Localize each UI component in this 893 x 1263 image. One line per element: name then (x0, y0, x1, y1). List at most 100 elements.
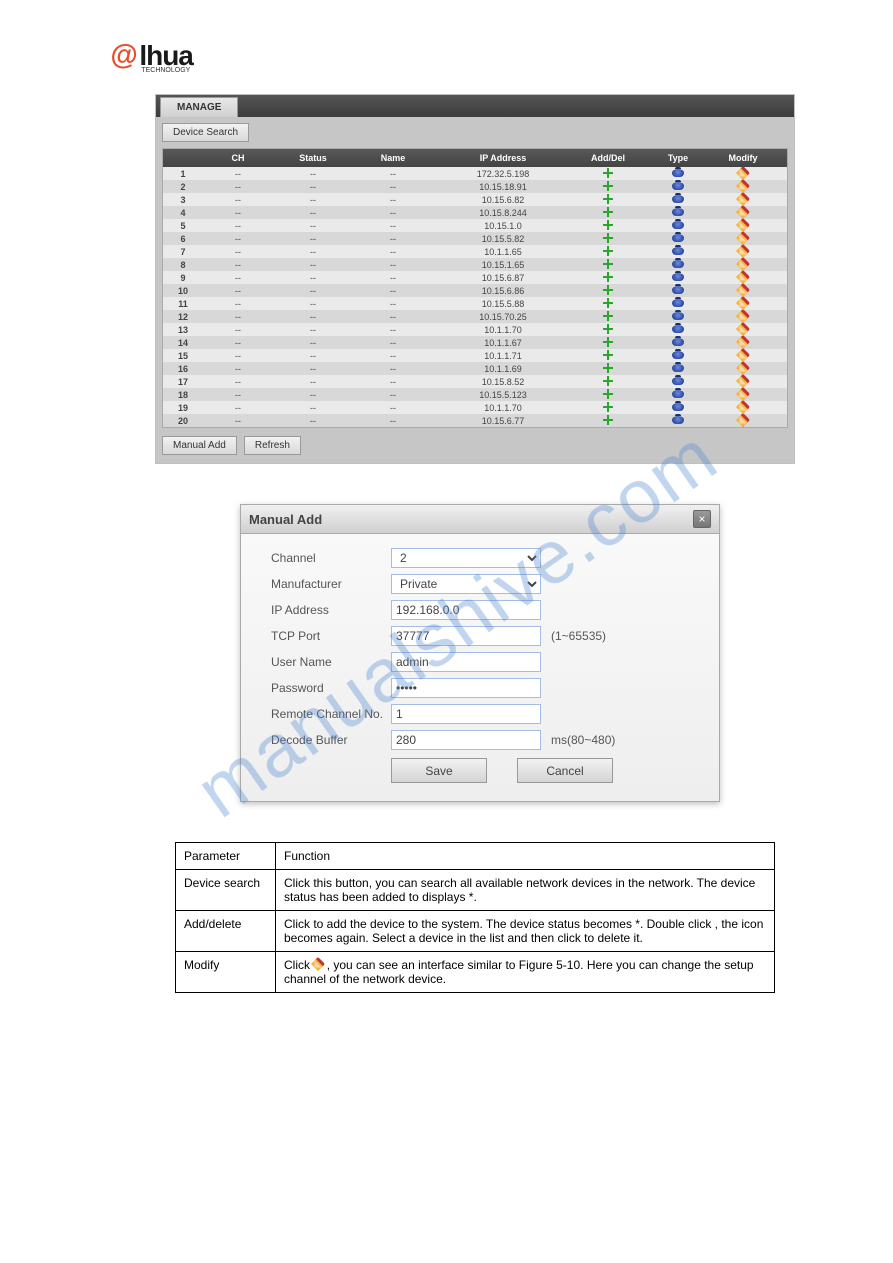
close-icon[interactable]: × (693, 510, 711, 528)
table-row[interactable]: 8------10.15.1.65 (163, 258, 787, 271)
modify-device-button[interactable] (713, 298, 773, 310)
add-device-button[interactable] (573, 415, 643, 427)
table-row[interactable]: 13------10.1.1.70 (163, 323, 787, 336)
table-row[interactable]: 14------10.1.1.67 (163, 336, 787, 349)
modify-device-button[interactable] (713, 389, 773, 401)
table-row[interactable]: 10------10.15.6.86 (163, 284, 787, 297)
modify-device-button[interactable] (713, 194, 773, 206)
add-device-button[interactable] (573, 272, 643, 284)
desc-row-func: Click , you can see an interface similar… (276, 952, 775, 993)
tab-manage[interactable]: MANAGE (160, 97, 238, 117)
row-type-icon (643, 195, 713, 205)
password-input[interactable] (391, 678, 541, 698)
camera-icon (672, 403, 684, 411)
add-device-button[interactable] (573, 246, 643, 258)
row-ch: -- (203, 364, 273, 374)
modify-device-button[interactable] (713, 272, 773, 284)
table-row[interactable]: 9------10.15.6.87 (163, 271, 787, 284)
row-ch: -- (203, 351, 273, 361)
add-device-button[interactable] (573, 350, 643, 362)
table-row[interactable]: 15------10.1.1.71 (163, 349, 787, 362)
table-row[interactable]: 4------10.15.8.244 (163, 206, 787, 219)
modify-device-button[interactable] (713, 220, 773, 232)
row-status: -- (273, 195, 353, 205)
modify-device-button[interactable] (713, 402, 773, 414)
row-type-icon (643, 364, 713, 374)
table-row[interactable]: 1------172.32.5.198 (163, 167, 787, 180)
add-device-button[interactable] (573, 194, 643, 206)
add-device-button[interactable] (573, 363, 643, 375)
manual-add-dialog: Manual Add × Channel 2 Manufacturer Priv… (240, 504, 720, 802)
table-row[interactable]: 17------10.15.8.52 (163, 375, 787, 388)
add-device-button[interactable] (573, 207, 643, 219)
row-type-icon (643, 312, 713, 322)
table-row[interactable]: 7------10.1.1.65 (163, 245, 787, 258)
decodebuffer-input[interactable] (391, 730, 541, 750)
manage-panel: MANAGE Device Search CH Status Name IP A… (155, 94, 795, 464)
modify-device-button[interactable] (713, 311, 773, 323)
camera-icon (672, 351, 684, 359)
table-row[interactable]: 18------10.15.5.123 (163, 388, 787, 401)
top-toolbar: Device Search (156, 117, 794, 148)
row-index: 14 (163, 338, 203, 348)
modify-device-button[interactable] (713, 285, 773, 297)
row-name: -- (353, 273, 433, 283)
desc-func-header: Function (276, 843, 775, 870)
row-ch: -- (203, 247, 273, 257)
modify-device-button[interactable] (713, 259, 773, 271)
remotechannel-input[interactable] (391, 704, 541, 724)
add-device-button[interactable] (573, 168, 643, 180)
save-button[interactable]: Save (391, 758, 487, 783)
modify-device-button[interactable] (713, 376, 773, 388)
table-row[interactable]: 12------10.15.70.25 (163, 310, 787, 323)
modify-device-button[interactable] (713, 337, 773, 349)
add-device-button[interactable] (573, 337, 643, 349)
plus-icon (603, 337, 613, 347)
table-row[interactable]: 11------10.15.5.88 (163, 297, 787, 310)
decodebuffer-label: Decode Buffer (271, 733, 391, 747)
table-row[interactable]: 5------10.15.1.0 (163, 219, 787, 232)
modify-device-button[interactable] (713, 363, 773, 375)
add-device-button[interactable] (573, 402, 643, 414)
manual-add-button[interactable]: Manual Add (162, 436, 237, 455)
add-device-button[interactable] (573, 220, 643, 232)
plus-icon (603, 376, 613, 386)
add-device-button[interactable] (573, 298, 643, 310)
manufacturer-select[interactable]: Private (391, 574, 541, 594)
table-row[interactable]: 6------10.15.5.82 (163, 232, 787, 245)
add-device-button[interactable] (573, 259, 643, 271)
add-device-button[interactable] (573, 311, 643, 323)
device-search-button[interactable]: Device Search (162, 123, 249, 142)
plus-icon (603, 181, 613, 191)
add-device-button[interactable] (573, 285, 643, 297)
table-row[interactable]: 3------10.15.6.82 (163, 193, 787, 206)
table-row[interactable]: 2------10.15.18.91 (163, 180, 787, 193)
tcpport-input[interactable] (391, 626, 541, 646)
modify-device-button[interactable] (713, 415, 773, 427)
plus-icon (603, 415, 613, 425)
modify-device-button[interactable] (713, 246, 773, 258)
grid-body-scroll[interactable]: 1------172.32.5.1982------10.15.18.913--… (163, 167, 787, 427)
channel-select[interactable]: 2 (391, 548, 541, 568)
table-row[interactable]: 19------10.1.1.70 (163, 401, 787, 414)
modify-device-button[interactable] (713, 350, 773, 362)
modify-device-button[interactable] (713, 168, 773, 180)
modify-device-button[interactable] (713, 324, 773, 336)
refresh-button[interactable]: Refresh (244, 436, 301, 455)
table-row[interactable]: 20------10.15.6.77 (163, 414, 787, 427)
add-device-button[interactable] (573, 376, 643, 388)
add-device-button[interactable] (573, 324, 643, 336)
ipaddress-input[interactable] (391, 600, 541, 620)
modify-device-button[interactable] (713, 181, 773, 193)
modify-device-button[interactable] (713, 233, 773, 245)
cancel-button[interactable]: Cancel (517, 758, 613, 783)
username-input[interactable] (391, 652, 541, 672)
modify-device-button[interactable] (713, 207, 773, 219)
add-device-button[interactable] (573, 389, 643, 401)
add-device-button[interactable] (573, 233, 643, 245)
desc-param-header: Parameter (176, 843, 276, 870)
add-device-button[interactable] (573, 181, 643, 193)
camera-icon (672, 169, 684, 177)
table-row[interactable]: 16------10.1.1.69 (163, 362, 787, 375)
row-type-icon (643, 286, 713, 296)
